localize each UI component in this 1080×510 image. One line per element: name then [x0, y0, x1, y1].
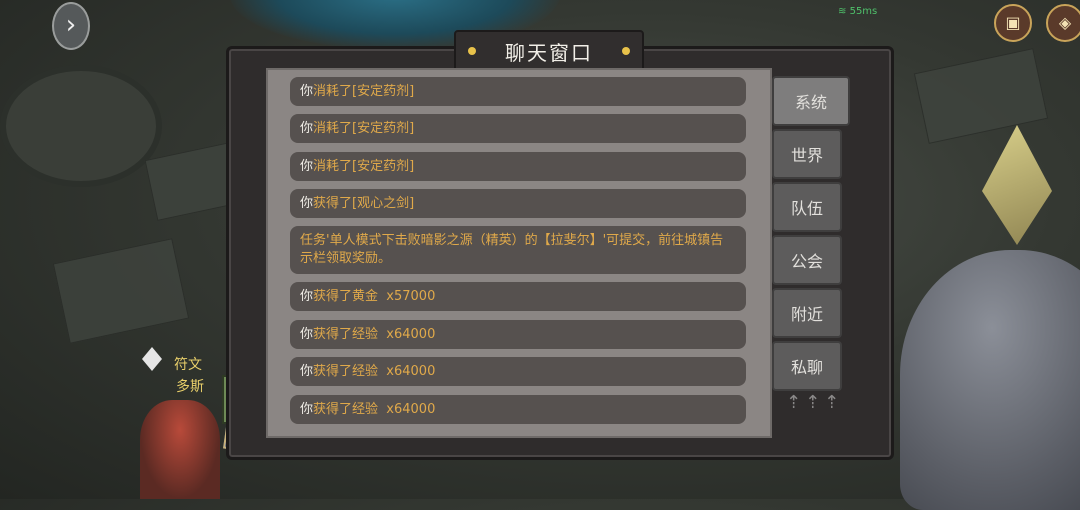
chat-message: 你获得了黄金 x57000	[290, 282, 746, 311]
treasure-chest-icon[interactable]: ◈	[1046, 4, 1080, 42]
floor-tile	[913, 48, 1049, 144]
rune-icon[interactable]	[142, 347, 162, 371]
chat-message: 你消耗了[安定药剂]	[290, 77, 746, 106]
chat-title-bar: 聊天窗口	[454, 30, 644, 72]
decorative-arrows-icon: ⇡⇡⇡	[786, 392, 844, 413]
floor-seal	[0, 65, 162, 187]
chat-message: 你获得了经验 x64000	[290, 320, 746, 349]
tab-world[interactable]: 世界	[772, 129, 842, 179]
chat-message: 你获得了经验 x64000	[290, 357, 746, 386]
rune-label: 符文	[174, 357, 202, 373]
chat-message: 你获得了[观心之剑]	[290, 189, 746, 218]
network-status: ≋ 55ms	[838, 6, 878, 17]
message-panel[interactable]: 你消耗了[安定药剂] 你消耗了[安定药剂] 你消耗了[安定药剂] 你获得了[观心…	[266, 68, 772, 438]
tab-team[interactable]: 队伍	[772, 182, 842, 232]
chat-message: 你消耗了[安定药剂]	[290, 114, 746, 143]
chat-message: 你获得了经验 x64000	[290, 395, 746, 424]
tab-guild[interactable]: 公会	[772, 235, 842, 285]
tab-system[interactable]: 系统	[772, 76, 850, 126]
quest-message: 任务'单人模式下击败暗影之源（精英）的【拉斐尔】'可提交，前往城镇告示栏领取奖励…	[290, 226, 746, 274]
tab-private[interactable]: 私聊	[772, 341, 842, 391]
chat-title: 聊天窗口	[505, 40, 593, 65]
tab-nearby[interactable]: 附近	[772, 288, 842, 338]
crystal-spire	[982, 125, 1052, 245]
wifi-icon: ≋	[838, 6, 847, 17]
floor-tile	[52, 238, 190, 344]
rune-sub-label: 多斯	[176, 379, 204, 395]
map-icon[interactable]: ▣	[994, 4, 1032, 42]
chat-message: 你消耗了[安定药剂]	[290, 152, 746, 181]
player-character	[140, 400, 220, 499]
boulder	[900, 250, 1080, 510]
collapse-arrow-button[interactable]: ›	[52, 2, 90, 50]
title-dot-icon	[622, 47, 630, 55]
title-dot-icon	[468, 47, 476, 55]
